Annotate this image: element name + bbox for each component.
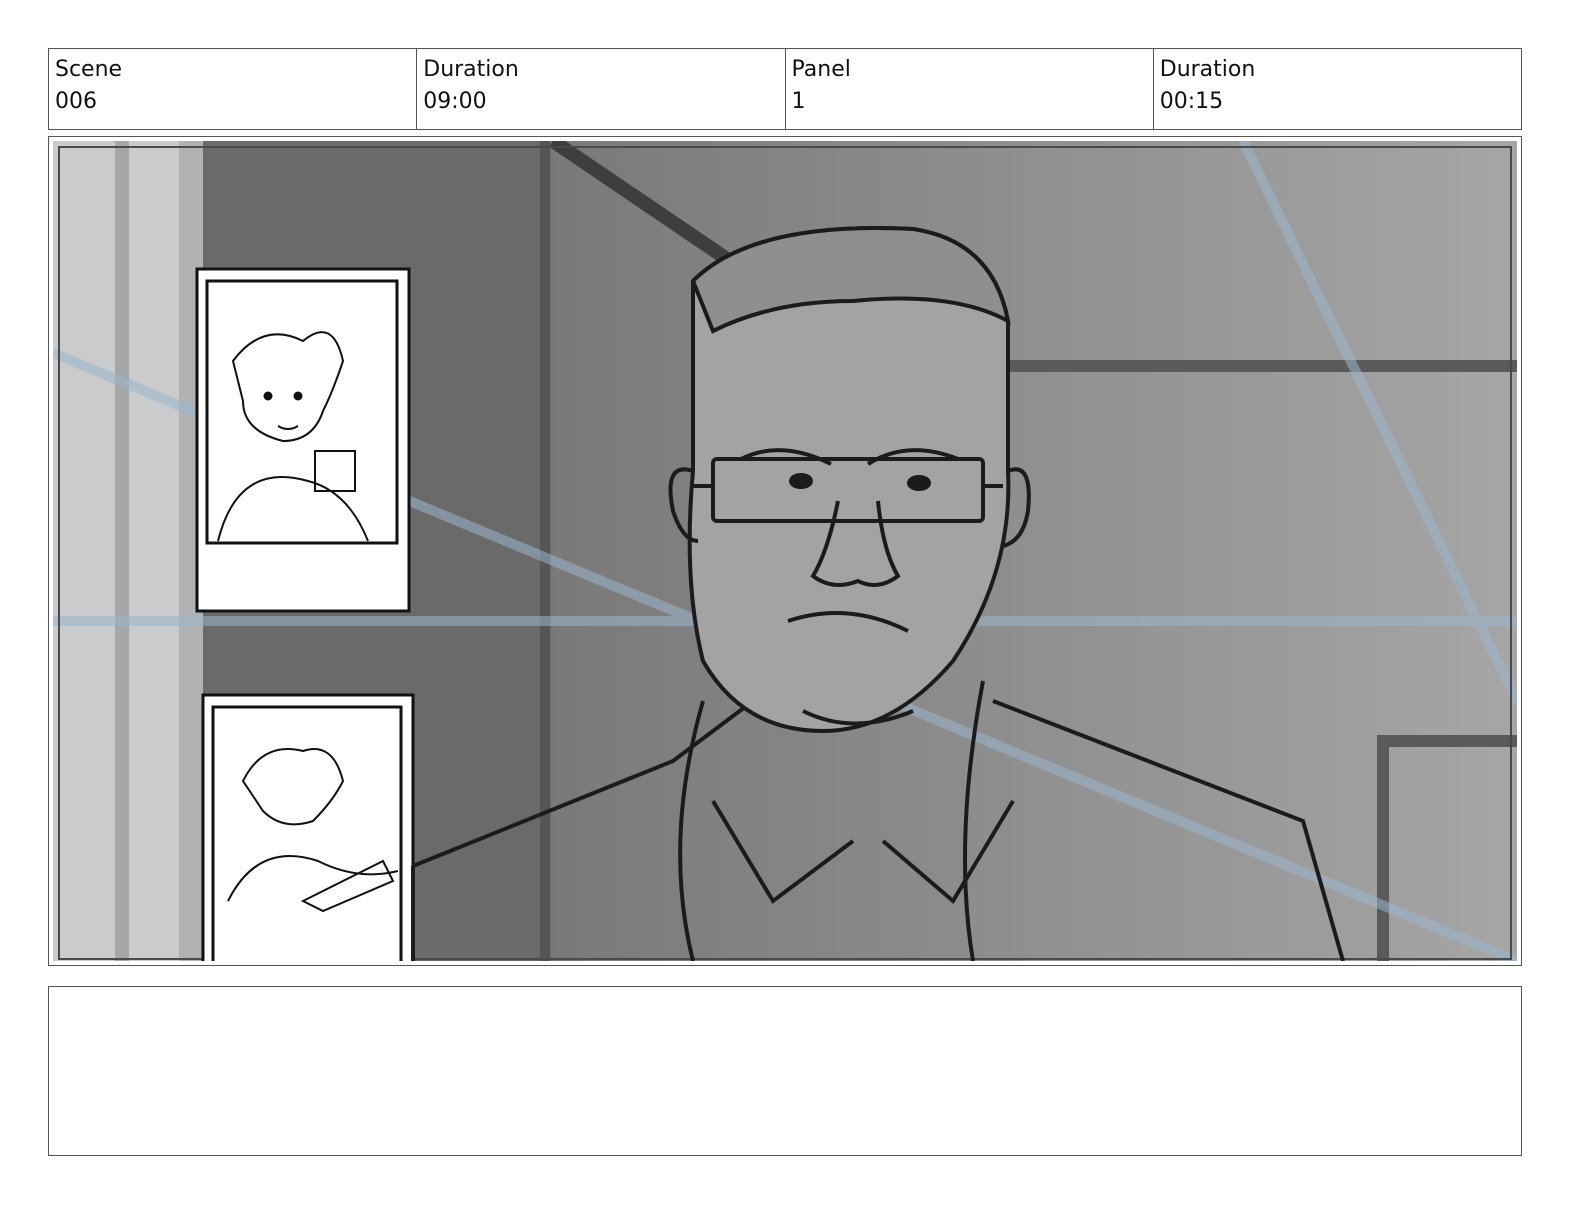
panel-cell: Panel 1 bbox=[786, 49, 1154, 129]
panel-value: 1 bbox=[791, 89, 806, 114]
panel-sketch-image bbox=[53, 141, 1517, 961]
panel-duration-label: Duration bbox=[1159, 57, 1256, 82]
scene-cell: Scene 006 bbox=[49, 49, 418, 129]
panel-duration-cell: Duration 00:15 bbox=[1154, 49, 1521, 129]
scene-value: 006 bbox=[55, 89, 97, 114]
scene-duration-cell: Duration 09:00 bbox=[417, 49, 786, 129]
scene-duration-label: Duration bbox=[423, 57, 519, 82]
poster-top bbox=[195, 267, 411, 613]
notes-box bbox=[48, 986, 1522, 1156]
poster-bottom bbox=[201, 693, 415, 961]
storyboard-panel bbox=[48, 136, 1522, 966]
storyboard-header: Scene 006 Duration 09:00 Panel 1 Duratio… bbox=[48, 48, 1522, 130]
scene-label: Scene bbox=[55, 57, 123, 82]
panel-label: Panel bbox=[791, 57, 851, 82]
scene-duration-value: 09:00 bbox=[423, 89, 487, 114]
panel-duration-value: 00:15 bbox=[1159, 89, 1224, 114]
